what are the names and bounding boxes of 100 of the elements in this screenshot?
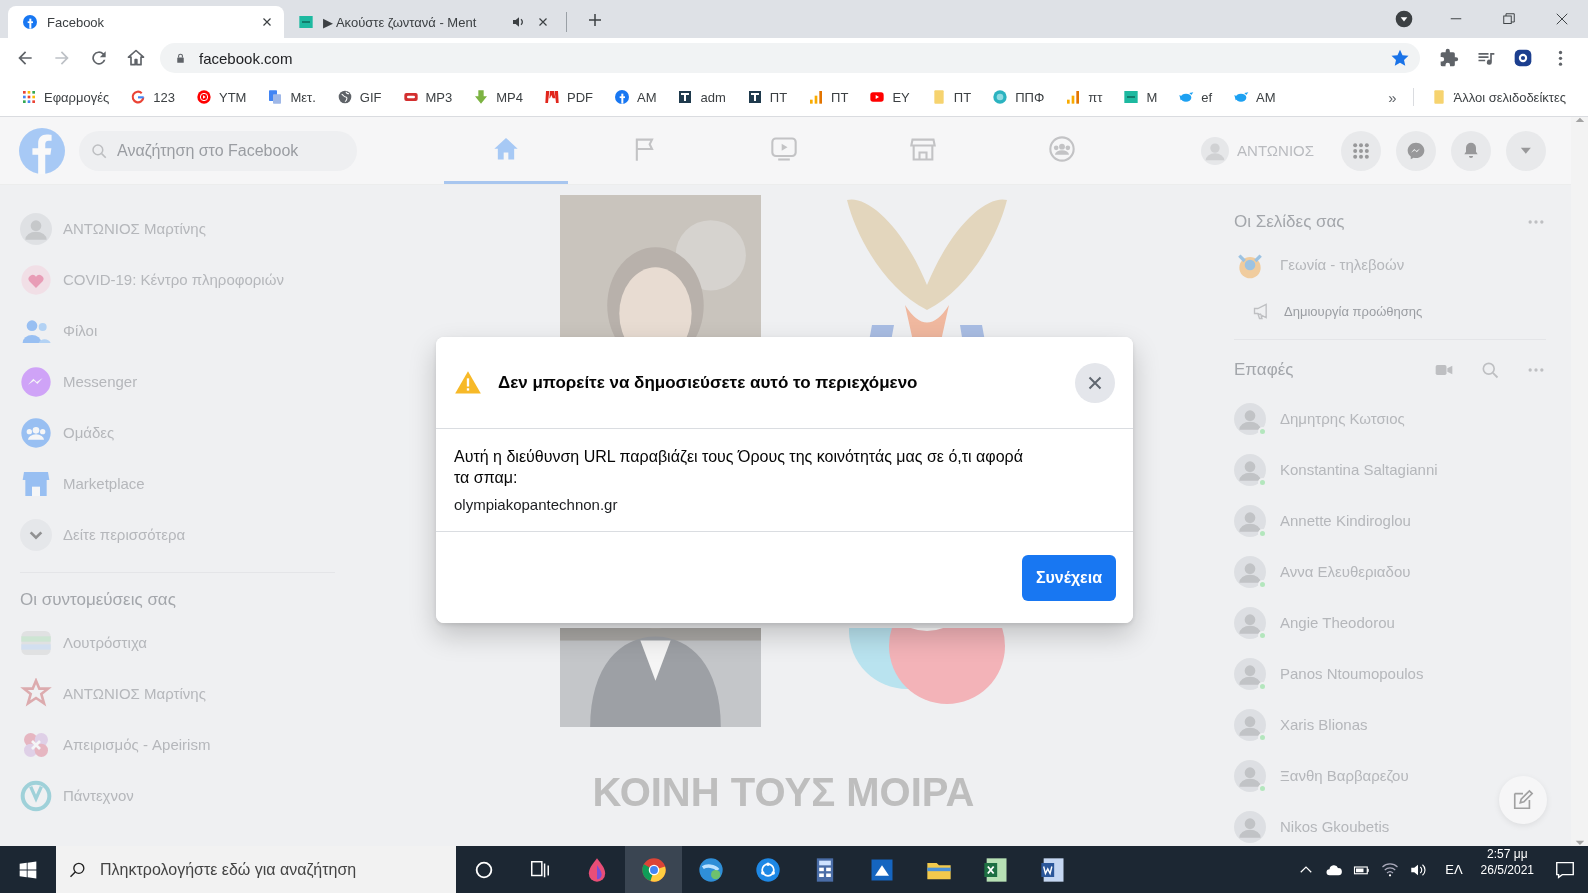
avatar-icon: [20, 212, 52, 245]
bookmark[interactable]: πτ: [1058, 85, 1110, 109]
windows-logo-icon: [18, 859, 38, 880]
avatar-icon: [1234, 606, 1266, 639]
more-bookmarks-button[interactable]: »: [1382, 86, 1403, 108]
messenger-button[interactable]: [1396, 130, 1436, 171]
tile-icon: [677, 89, 694, 105]
tile-icon: [746, 89, 763, 105]
avatar-icon: [1234, 402, 1266, 435]
browser-tab[interactable]: Facebook: [8, 6, 284, 38]
puzzle-icon: [1439, 48, 1459, 68]
section-title: Οι Σελίδες σας: [1234, 212, 1345, 232]
browser-icon: [639, 855, 668, 884]
menu-icon: [1557, 49, 1563, 67]
bookmark[interactable]: ef: [1171, 85, 1220, 109]
bookmark[interactable]: M: [1116, 85, 1165, 109]
emblem-icon: [20, 779, 52, 812]
avatar-icon: [1234, 657, 1266, 690]
bookmark-folder[interactable]: Άλλοι σελιδοδείκτες: [1423, 85, 1573, 109]
lock-icon[interactable]: [174, 51, 187, 65]
compose-icon: [1512, 789, 1534, 811]
bookmark[interactable]: YTM: [189, 85, 254, 109]
bird-icon: [1178, 89, 1195, 105]
groups-icon: [20, 416, 52, 449]
arrow-down-icon: [1574, 840, 1585, 846]
section-title: Επαφές: [1234, 360, 1295, 380]
globe-icon: [336, 89, 353, 105]
bookmark[interactable]: ΠΤ: [801, 85, 856, 109]
avatar-icon: [1234, 555, 1266, 588]
taskbar-app[interactable]: [625, 846, 682, 893]
search-icon: [90, 141, 108, 160]
extension-logo-icon: [1513, 48, 1533, 68]
star-icon[interactable]: [1390, 48, 1410, 68]
home-icon: [492, 135, 520, 163]
circle-logo-icon: [613, 89, 630, 105]
globe-icon: [696, 855, 725, 884]
avatar-icon: [1234, 504, 1266, 537]
spreadsheet-icon: [981, 855, 1010, 884]
address-bar[interactable]: facebook.com: [160, 43, 1420, 73]
home-icon: [126, 48, 146, 68]
play-button-icon: [869, 89, 886, 105]
bookmark[interactable]: AM: [606, 85, 664, 109]
bookmark[interactable]: adm: [670, 85, 733, 109]
notifications-button[interactable]: [1451, 130, 1491, 171]
browser-tab[interactable]: ▶ Ακούστε ζωντανά - Ment: [284, 6, 560, 38]
apps-grid-icon: [21, 89, 37, 105]
bookmark[interactable]: ΕΥ: [862, 85, 917, 109]
avatar-icon: [1234, 759, 1266, 792]
bookmark[interactable]: GIF: [329, 85, 389, 109]
groups-icon: [1048, 135, 1076, 163]
tile-icon: [1123, 89, 1140, 105]
wifi-icon[interactable]: [1381, 860, 1400, 879]
arrow-up-icon: [1574, 117, 1585, 123]
bookmark[interactable]: Μετ.: [260, 85, 323, 109]
continue-button[interactable]: Συνέχεια: [1021, 554, 1116, 601]
chevron-down-icon: [20, 518, 52, 551]
section-title: Οι συντομεύσεις σας: [20, 589, 176, 611]
address-text: facebook.com: [199, 49, 294, 67]
bar-chart-icon: [1065, 89, 1082, 105]
bookmark[interactable]: MP3: [395, 85, 460, 109]
tile-icon: [298, 14, 314, 30]
menu-button[interactable]: [1341, 130, 1381, 171]
avatar-icon: [1201, 136, 1230, 165]
network-icon: [753, 855, 782, 884]
language-indicator[interactable]: ΕΛ: [1435, 846, 1473, 893]
dialog-title: Δεν μπορείτε να δημοσιεύσετε αυτό το περιεχόμενο: [498, 372, 919, 393]
messenger-icon: [20, 365, 52, 398]
avatar-icon: [1234, 453, 1266, 486]
bird-icon: [1233, 89, 1250, 105]
bookmark[interactable]: 123: [123, 85, 182, 109]
bookmark[interactable]: ΠΠΦ: [985, 85, 1052, 109]
blocked-url: olympiakopantechnon.gr: [454, 496, 619, 513]
bookmark[interactable]: MP4: [466, 85, 530, 109]
bookmark[interactable]: PDF: [536, 85, 600, 109]
dialog-message: Αυτή η διεύθυνση URL παραβιάζει τους Όρους της κοινότητάς μας σε ό,τι αφορά τα σπαμ:: [454, 447, 1024, 488]
taskbar-search-field[interactable]: Πληκτρολογήστε εδώ για αναζήτηση: [56, 846, 456, 893]
bar-chart-icon: [808, 89, 825, 105]
download-arrow-icon: [473, 89, 490, 105]
close-button[interactable]: [1075, 362, 1115, 403]
bookmark[interactable]: ΠΤ: [739, 85, 795, 109]
pdf-icon: [543, 89, 560, 105]
bookmark[interactable]: AM: [1226, 85, 1283, 109]
caret-icon: [1520, 146, 1532, 155]
bookmark[interactable]: ΠΤ: [923, 85, 979, 109]
clock[interactable]: 2:57 μμ 26/5/2021: [1472, 846, 1542, 893]
circle-logo-icon: [22, 14, 38, 30]
document-icon: [267, 89, 284, 105]
apps-grid-icon: [1351, 140, 1371, 161]
avatar-icon: [1234, 708, 1266, 741]
bookmark[interactable]: Εφαρμογές: [14, 85, 117, 109]
tab-title: ▶ Ακούστε ζωντανά - Ment: [323, 14, 478, 30]
document-icon: [1038, 855, 1067, 884]
search-field[interactable]: Αναζήτηση στο Facebook: [79, 130, 357, 171]
messenger-icon: [1406, 140, 1426, 161]
tab-search-icon[interactable]: [1394, 9, 1414, 29]
swirl-icon: [130, 89, 147, 105]
round-logo-icon: [992, 89, 1009, 105]
avatar-icon: [1234, 810, 1266, 843]
tab-title: Facebook: [47, 14, 106, 30]
video-icon: [770, 135, 798, 163]
